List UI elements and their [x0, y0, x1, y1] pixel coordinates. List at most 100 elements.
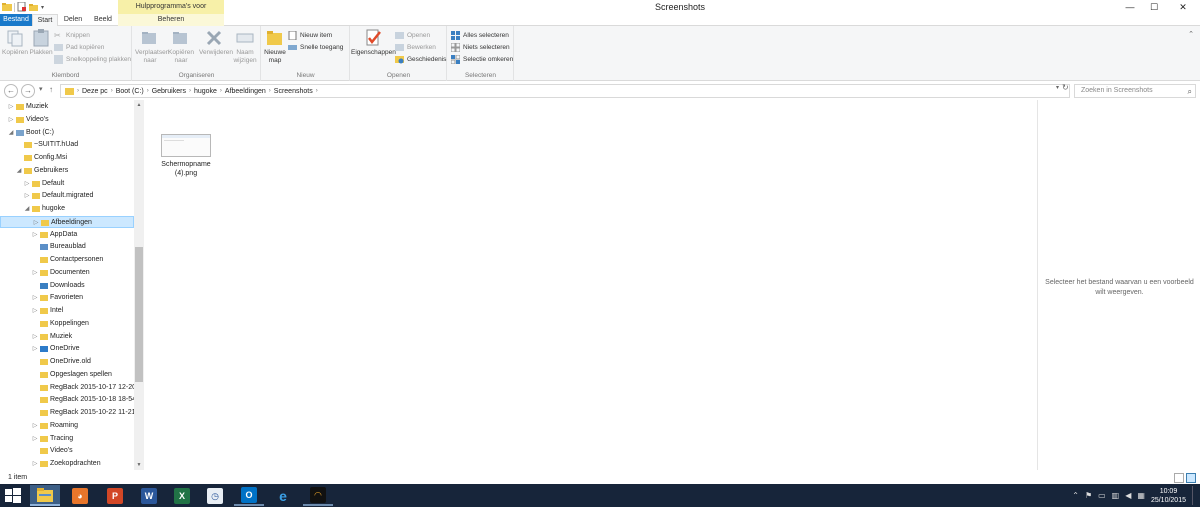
breadcrumb-separator-icon[interactable]: › [77, 88, 79, 94]
close-button[interactable]: ✕ [1166, 0, 1200, 14]
tree-item[interactable]: ▷ OneDrive [0, 343, 134, 355]
show-hidden-icons-icon[interactable]: ⌃ [1072, 491, 1079, 500]
tree-item[interactable]: RegBack 2015-10-22 11-21-30 [0, 407, 134, 419]
expand-arrow-icon[interactable]: ▷ [32, 229, 38, 241]
volume-icon[interactable]: ◀ [1125, 491, 1131, 500]
tree-item[interactable]: Opgeslagen spellen [0, 369, 134, 381]
easy-access-button[interactable]: Snelle toegang [288, 42, 343, 53]
copy-path-button[interactable]: Pad kopiëren [54, 42, 104, 53]
search-input[interactable]: Zoeken in Screenshots ⌕ [1074, 84, 1196, 98]
taskbar-internet-explorer[interactable]: e [268, 485, 298, 506]
back-button[interactable]: ← [4, 84, 18, 98]
breadcrumb-separator-icon[interactable]: › [316, 88, 318, 94]
tree-item[interactable]: Koppelingen [0, 318, 134, 330]
cut-button[interactable]: ✂ Knippen [54, 30, 90, 41]
tree-item[interactable]: ▷ Default.migrated [0, 190, 134, 202]
breadcrumb-item[interactable]: Afbeeldingen [225, 88, 266, 95]
history-button[interactable]: Geschiedenis [395, 54, 446, 65]
up-arrow-icon[interactable]: ↑ [49, 85, 53, 94]
tab-start[interactable]: Start [32, 14, 58, 26]
maximize-button[interactable]: ☐ [1142, 0, 1166, 14]
tree-item[interactable]: ▷ Video's [0, 114, 134, 126]
breadcrumb-item[interactable]: Deze pc [82, 88, 108, 95]
expand-arrow-icon[interactable]: ▷ [24, 190, 30, 202]
address-dropdown-icon[interactable]: ▾ [1056, 84, 1059, 91]
tree-item[interactable]: ▷ Zoekopdrachten [0, 458, 134, 470]
breadcrumb-item[interactable]: Boot (C:) [116, 88, 144, 95]
expand-arrow-icon[interactable]: ▷ [32, 292, 38, 304]
nav-scrollbar[interactable]: ▲ ▼ [134, 100, 144, 470]
properties-icon[interactable] [17, 2, 27, 12]
network-icon[interactable]: ▥ [1112, 491, 1120, 500]
tab-manage[interactable]: Beheren [118, 14, 224, 26]
select-none-button[interactable]: Niets selecteren [451, 42, 510, 53]
properties-button[interactable]: Eigenschappen [351, 29, 396, 57]
tree-item[interactable]: Bureaublad [0, 241, 134, 253]
tree-item[interactable]: ▷ Intel [0, 305, 134, 317]
tree-item[interactable]: Video's [0, 445, 134, 457]
expand-arrow-icon[interactable]: ▷ [33, 217, 39, 227]
tree-item[interactable]: ▷ Muziek [0, 331, 134, 343]
details-view-icon[interactable] [1174, 473, 1184, 483]
taskbar-outlook[interactable]: O [234, 485, 264, 506]
tree-item[interactable]: ▷ Documenten [0, 267, 134, 279]
scroll-up-icon[interactable]: ▲ [134, 100, 144, 110]
tab-file[interactable]: Bestand [0, 14, 32, 26]
file-item[interactable]: Schermopname (4).png [154, 134, 218, 178]
refresh-icon[interactable]: ↻ [1062, 83, 1069, 92]
tree-item[interactable]: Downloads [0, 280, 134, 292]
breadcrumb-separator-icon[interactable]: › [147, 88, 149, 94]
expanded-arrow-icon[interactable]: ◢ [8, 127, 14, 139]
keyboard-icon[interactable]: ▦ [1137, 491, 1145, 500]
taskbar-speed-monitor[interactable]: ◠ [303, 485, 333, 506]
windows-start-icon[interactable] [4, 487, 22, 505]
scroll-down-icon[interactable]: ▼ [134, 460, 144, 470]
power-icon[interactable]: ▭ [1098, 491, 1106, 500]
tree-item[interactable]: OneDrive.old [0, 356, 134, 368]
forward-button[interactable]: → [21, 84, 35, 98]
taskbar-powerpoint[interactable]: P [100, 485, 130, 506]
move-to-button[interactable]: Verplaatsen naar [135, 29, 169, 65]
tree-item[interactable]: ▷ Roaming [0, 420, 134, 432]
expand-arrow-icon[interactable]: ▷ [32, 420, 38, 432]
tree-item[interactable]: ~SUITIT.hUad [0, 139, 134, 151]
expanded-arrow-icon[interactable]: ◢ [24, 203, 30, 215]
taskbar-excel[interactable]: X [167, 485, 197, 506]
recent-locations-icon[interactable]: ▾ [39, 85, 43, 93]
address-bar[interactable]: › Deze pc › Boot (C:) › Gebruikers › hugoke › Af… [60, 84, 1070, 98]
expand-arrow-icon[interactable]: ▷ [32, 458, 38, 470]
breadcrumb-separator-icon[interactable]: › [111, 88, 113, 94]
minimize-button[interactable]: — [1118, 0, 1142, 14]
expand-arrow-icon[interactable]: ▷ [32, 343, 38, 355]
tree-item[interactable]: ▷ Muziek [0, 101, 134, 113]
invert-selection-button[interactable]: Selectie omkeren [451, 54, 513, 65]
breadcrumb-item[interactable]: Screenshots [274, 88, 313, 95]
new-folder-icon[interactable] [29, 2, 39, 12]
expand-arrow-icon[interactable]: ▷ [32, 267, 38, 279]
show-desktop-button[interactable] [1192, 486, 1196, 505]
qat-dropdown-icon[interactable]: ▾ [41, 4, 44, 11]
copy-to-button[interactable]: Kopiëren naar [167, 29, 195, 65]
breadcrumb-separator-icon[interactable]: › [220, 88, 222, 94]
tree-item[interactable]: RegBack 2015-10-17 12-20-00 [0, 382, 134, 394]
expand-arrow-icon[interactable]: ▷ [8, 101, 14, 113]
tree-item[interactable]: ▷ AppData [0, 229, 134, 241]
expand-arrow-icon[interactable]: ▷ [32, 433, 38, 445]
expanded-arrow-icon[interactable]: ◢ [16, 165, 22, 177]
taskbar-word[interactable]: W [134, 485, 164, 506]
large-icons-view-icon[interactable] [1186, 473, 1196, 483]
scroll-thumb[interactable] [135, 247, 143, 382]
collapse-ribbon-icon[interactable]: ⌃ [1188, 30, 1194, 38]
select-all-button[interactable]: Alles selecteren [451, 30, 509, 41]
edit-button[interactable]: Bewerken [395, 42, 436, 53]
tab-view[interactable]: Beeld [88, 14, 118, 26]
paste-button[interactable]: Plakken [28, 29, 54, 57]
breadcrumb-separator-icon[interactable]: › [189, 88, 191, 94]
open-button[interactable]: Openen [395, 30, 430, 41]
tree-item[interactable]: ▷ Tracing [0, 433, 134, 445]
new-item-button[interactable]: Nieuw item [288, 30, 332, 41]
tab-share[interactable]: Delen [58, 14, 88, 26]
taskbar-calendar[interactable]: ◷ [200, 485, 230, 506]
tree-item[interactable]: ◢ Boot (C:) [0, 127, 134, 139]
tree-item[interactable]: ▷ Default [0, 178, 134, 190]
